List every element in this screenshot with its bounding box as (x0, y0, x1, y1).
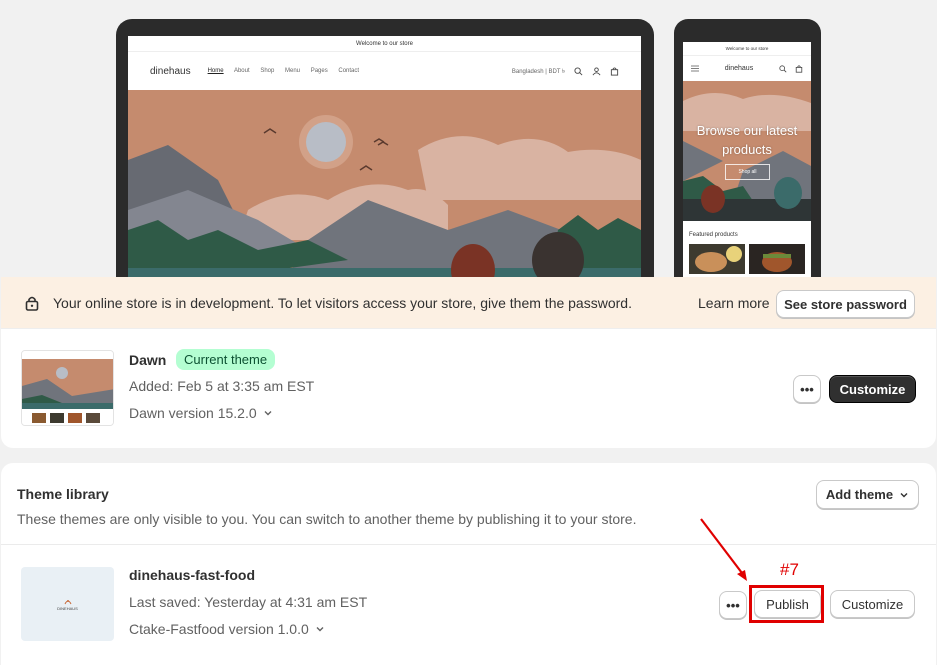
current-theme-card: Welcome to our store dinehaus Home About… (1, 0, 936, 448)
theme-library-subtitle: These themes are only visible to you. Yo… (17, 511, 637, 527)
preview-nav-contact: Contact (338, 68, 360, 74)
preview-nav-about: About (233, 68, 250, 74)
see-store-password-button[interactable]: See store password (776, 290, 915, 318)
add-theme-label: Add theme (825, 487, 894, 502)
mobile-preview-hero: Browse our latest products Shop all (683, 81, 811, 221)
banner-message: Your online store is in development. To … (53, 295, 632, 311)
chevron-down-icon (316, 627, 324, 632)
current-theme-customize-button[interactable]: Customize (829, 375, 916, 403)
annotation-arrow (700, 518, 747, 581)
food-image (749, 244, 805, 274)
menu-icon (691, 65, 699, 72)
learn-more-link[interactable]: Learn more (698, 295, 770, 311)
dinehaus-theme-thumbnail: DINEHAUS (21, 567, 114, 641)
cart-icon (610, 66, 619, 76)
dinehaus-logo-text: DINEHAUS (57, 605, 78, 611)
preview-nav-menu: Menu (285, 68, 301, 74)
preview-site-nav: Home About Shop Menu Pages Contact (208, 68, 368, 74)
dawn-thumbnail-image (22, 351, 113, 425)
library-theme-customize-button[interactable]: Customize (830, 590, 915, 618)
current-theme-added: Added: Feb 5 at 3:35 am EST (129, 378, 315, 394)
theme-preview-area: Welcome to our store dinehaus Home About… (1, 0, 936, 277)
mobile-preview-announcement: Welcome to our store (683, 42, 811, 56)
current-theme-badge: Current theme (176, 349, 276, 370)
food-image (689, 244, 745, 274)
library-theme-saved: Last saved: Yesterday at 4:31 am EST (129, 594, 368, 610)
chevron-down-icon (264, 411, 272, 416)
mobile-hero-title: Browse our latest products (696, 123, 798, 157)
preview-header-right: Bangladesh | BDT ৳ (512, 66, 619, 77)
chevron-down-icon (900, 492, 908, 497)
library-theme-more-actions-button[interactable]: ••• (719, 591, 747, 619)
current-theme-more-actions-button[interactable]: ••• (793, 375, 821, 403)
mobile-featured-heading: Featured products (689, 232, 738, 238)
preview-announcement: Welcome to our store (128, 36, 641, 52)
current-theme-version-label: Dawn version 15.2.0 (129, 405, 257, 421)
mobile-preview-screen: Welcome to our store dinehaus Browse our… (683, 42, 811, 277)
preview-locale: Bangladesh | BDT ৳ (511, 68, 565, 75)
preview-nav-shop: Shop (260, 68, 275, 74)
current-theme-name: Dawn (129, 352, 167, 368)
dinehaus-logo-mark (64, 599, 71, 604)
mobile-preview-logo: dinehaus (724, 65, 754, 72)
theme-library-title: Theme library (17, 486, 109, 502)
add-theme-button[interactable]: Add theme (816, 480, 919, 509)
preview-nav-home: Home (207, 68, 224, 74)
cart-icon (795, 64, 803, 73)
mobile-preview-header: dinehaus (683, 56, 811, 81)
divider (1, 544, 936, 545)
library-theme-version-label: Ctake-Fastfood version 1.0.0 (129, 621, 309, 637)
mobile-hero-button: Shop all (725, 164, 770, 180)
library-theme-name: dinehaus-fast-food (129, 567, 255, 583)
lock-icon (25, 296, 39, 311)
dawn-theme-thumbnail (21, 350, 114, 426)
annotation-highlight-box (749, 585, 824, 623)
current-theme-version[interactable]: Dawn version 15.2.0 (129, 405, 273, 421)
desktop-preview-screen: Welcome to our store dinehaus Home About… (128, 36, 641, 277)
preview-site-logo: dinehaus (150, 65, 191, 77)
preview-nav-pages: Pages (310, 68, 328, 74)
account-icon (592, 66, 601, 75)
search-icon (779, 64, 787, 72)
annotation-label: #7 (780, 560, 799, 579)
preview-site-header: dinehaus Home About Shop Menu Pages Cont… (128, 52, 641, 90)
mobile-preview: Welcome to our store dinehaus Browse our… (674, 19, 821, 277)
preview-hero-illustration (128, 90, 641, 277)
search-icon (574, 66, 583, 75)
library-theme-version[interactable]: Ctake-Fastfood version 1.0.0 (129, 621, 325, 637)
mobile-featured-products (683, 244, 811, 274)
desktop-preview: Welcome to our store dinehaus Home About… (116, 19, 654, 277)
